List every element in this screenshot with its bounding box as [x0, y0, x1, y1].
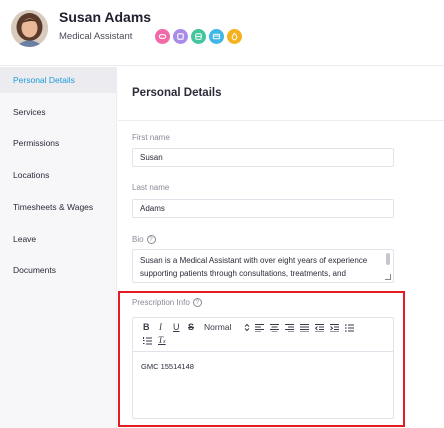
badge-icon-5[interactable] — [227, 29, 242, 44]
first-name-field[interactable]: Susan — [132, 148, 394, 167]
bio-text: Susan is a Medical Assistant with over e… — [140, 256, 368, 278]
bio-field[interactable]: Susan is a Medical Assistant with over e… — [132, 249, 394, 283]
sidebar-item-timesheets-wages[interactable]: Timesheets & Wages — [0, 194, 117, 220]
sidebar-item-leave[interactable]: Leave — [0, 226, 117, 252]
sidebar: Personal Details Services Permissions Lo… — [0, 67, 117, 428]
format-select-arrows-icon[interactable] — [244, 323, 250, 332]
main-content: Personal Details First name Susan Last n… — [118, 67, 444, 428]
bio-label-text: Bio — [132, 235, 144, 244]
format-select[interactable]: Normal — [204, 322, 231, 332]
prescription-info-label-text: Prescription Info — [132, 298, 190, 307]
sidebar-item-personal-details[interactable]: Personal Details — [0, 67, 117, 93]
profile-header: Susan Adams Medical Assistant — [0, 0, 444, 66]
last-name-label: Last name — [132, 183, 169, 192]
profile-name: Susan Adams — [59, 9, 152, 25]
badge-list — [155, 29, 242, 44]
bio-scrollbar[interactable] — [386, 253, 390, 265]
badge-icon-3[interactable] — [191, 29, 206, 44]
profile-role: Medical Assistant — [59, 31, 133, 42]
first-name-label-text: First name — [132, 133, 170, 142]
first-name-label: First name — [132, 133, 170, 142]
help-icon[interactable]: ? — [192, 298, 202, 307]
sidebar-item-locations[interactable]: Locations — [0, 162, 117, 188]
page-title: Personal Details — [132, 87, 222, 99]
align-center-icon[interactable] — [270, 324, 279, 332]
underline-icon[interactable]: U — [173, 322, 180, 332]
align-justify-icon[interactable] — [300, 324, 309, 332]
align-right-icon[interactable] — [285, 324, 294, 332]
bio-label: Bio ? — [132, 235, 156, 244]
indent-decrease-icon[interactable] — [315, 324, 324, 332]
last-name-field[interactable]: Adams — [132, 199, 394, 218]
prescription-info-editor[interactable]: B I U S Normal Tx GMC 15514148 — [132, 317, 394, 419]
sidebar-item-documents[interactable]: Documents — [0, 257, 117, 283]
avatar[interactable] — [11, 10, 48, 47]
editor-toolbar: B I U S Normal Tx — [133, 318, 393, 352]
prescription-info-text: GMC 15514148 — [141, 362, 194, 371]
divider — [118, 120, 444, 121]
resize-handle-icon[interactable] — [385, 274, 391, 280]
numbered-list-icon[interactable] — [143, 337, 152, 345]
last-name-label-text: Last name — [132, 183, 170, 192]
badge-icon-2[interactable] — [173, 29, 188, 44]
indent-increase-icon[interactable] — [330, 324, 339, 332]
badge-icon-4[interactable] — [209, 29, 224, 44]
prescription-info-label: Prescription Info ? — [132, 298, 202, 307]
italic-icon[interactable]: I — [159, 322, 162, 332]
clear-format-icon[interactable]: Tx — [158, 335, 166, 347]
sidebar-item-permissions[interactable]: Permissions — [0, 130, 117, 156]
sidebar-item-services[interactable]: Services — [0, 99, 117, 125]
align-left-icon[interactable] — [255, 324, 264, 332]
bullet-list-icon[interactable] — [345, 324, 354, 332]
badge-icon-1[interactable] — [155, 29, 170, 44]
help-icon[interactable]: ? — [146, 235, 156, 244]
bold-icon[interactable]: B — [143, 322, 150, 332]
strikethrough-icon[interactable]: S — [188, 322, 194, 332]
